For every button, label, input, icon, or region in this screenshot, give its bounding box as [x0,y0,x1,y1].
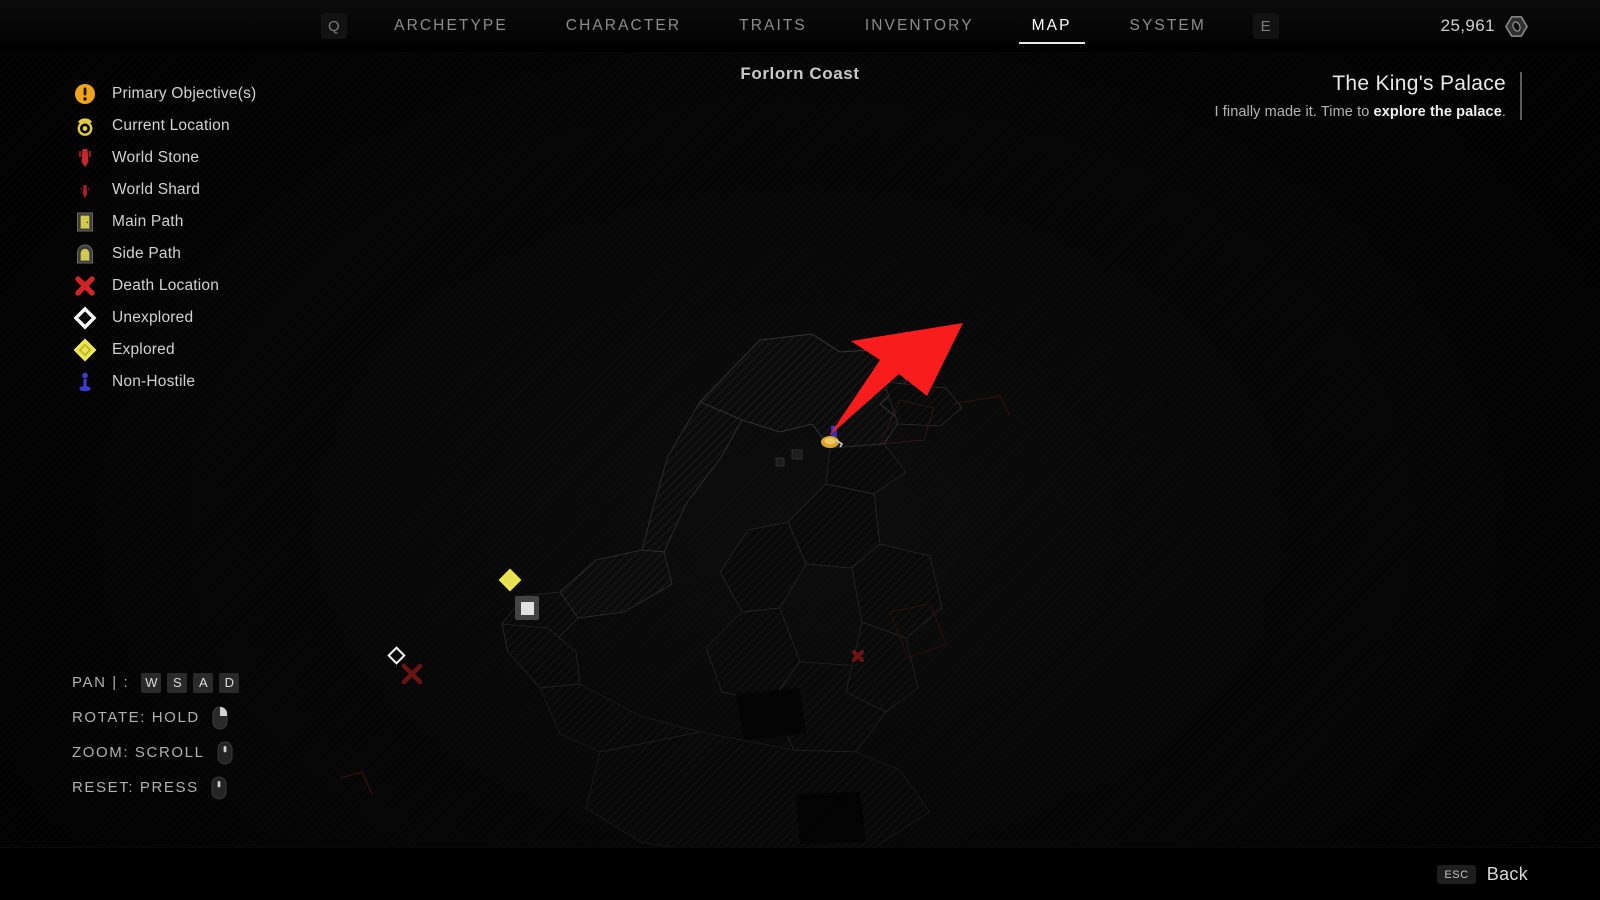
unexplored-marker[interactable] [513,594,541,627]
tab-map[interactable]: MAP [1003,0,1101,52]
npc-person-icon [72,369,98,395]
legend-label: Main Path [112,213,184,230]
esc-key-hint: ESC [1437,865,1476,884]
quest-title: The King's Palace [1332,72,1506,95]
legend-item-death-location: Death Location [72,270,256,302]
legend-label: World Stone [112,149,200,166]
control-label: ROTATE: HOLD [72,709,200,726]
cross-icon [72,273,98,299]
tab-traits[interactable]: TRAITS [710,0,836,52]
legend-label: Side Path [112,245,182,262]
back-label: Back [1486,864,1528,884]
quest-description: I finally made it. Time to explore the p… [1214,104,1506,120]
diamond-filled-icon [72,337,98,363]
currency-display: 25,961 [1441,0,1528,52]
legend-label: Current Location [112,117,230,134]
legend-label: World Shard [112,181,201,198]
death-location-marker [401,663,423,685]
currency-amount: 25,961 [1440,16,1495,35]
control-hint-reset: RESET: PRESS [72,770,239,805]
quest-desc-suffix: . [1501,104,1506,120]
legend-label: Death Location [112,277,220,294]
legend-item-explored: Explored [72,334,256,366]
quest-panel: The King's Palace I finally made it. Tim… [1214,72,1522,120]
legend-item-side-path: Side Path [72,238,256,270]
legend-item-unexplored: Unexplored [72,302,256,334]
scrap-icon [1505,15,1528,38]
explored-marker[interactable] [498,568,522,592]
legend-label: Non-Hostile [112,373,196,390]
legend-item-world-stone: World Stone [72,142,256,174]
tab-archetype[interactable]: ARCHETYPE [365,0,537,52]
current-location-marker [818,425,852,459]
legend-label: Unexplored [112,309,194,326]
key-a[interactable]: A [193,672,214,693]
legend-label: Primary Objective(s) [112,85,257,102]
legend-label: Explored [112,341,175,358]
current-location-icon [72,113,98,139]
control-hint-pan: PAN | : W S A D [72,665,240,700]
next-tab-key-hint[interactable]: E [1252,13,1279,39]
key-w[interactable]: W [141,672,162,693]
footer-bar: ESC Back [0,847,1600,900]
map-screen: Q ARCHETYPE CHARACTER TRAITS INVENTORY M… [0,0,1600,900]
side-path-door-icon [72,241,98,267]
quest-desc-prefix: I finally made it. Time to [1214,104,1374,120]
unexplored-marker[interactable] [387,646,406,665]
map-viewport[interactable]: Forlorn Coast Primary Objective(s) Curre… [0,52,1600,847]
control-hint-zoom: ZOOM: SCROLL [72,735,239,770]
key-s[interactable]: S [167,672,188,693]
tab-system[interactable]: SYSTEM [1101,0,1235,52]
map-legend: Primary Objective(s) Current Location Wo… [72,78,256,398]
control-hint-rotate: ROTATE: HOLD [72,700,239,735]
main-nav-tabs: Q ARCHETYPE CHARACTER TRAITS INVENTORY M… [321,0,1279,52]
death-location-marker [852,650,864,662]
control-label: PAN | : [72,674,130,691]
map-controls-hints: PAN | : W S A D ROTATE: HOLD ZOOM: SCROL… [72,665,240,805]
key-d[interactable]: D [219,672,240,693]
mouse-wheel-icon [213,741,233,765]
header-bar: Q ARCHETYPE CHARACTER TRAITS INVENTORY M… [0,0,1600,52]
world-stone-icon [72,145,98,171]
tab-character[interactable]: CHARACTER [537,0,710,52]
legend-item-current-location: Current Location [72,110,256,142]
main-path-door-icon [72,209,98,235]
prev-tab-key-hint[interactable]: Q [321,13,348,39]
tab-inventory[interactable]: INVENTORY [836,0,1003,52]
mouse-wheel-icon [207,776,227,800]
legend-item-primary-objective: Primary Objective(s) [72,78,256,110]
legend-item-non-hostile: Non-Hostile [72,366,256,398]
wasd-keys: W S A D [141,672,240,693]
exclamation-circle-icon [72,81,98,107]
diamond-outline-icon [72,305,98,331]
quest-desc-highlight: explore the palace [1373,104,1502,120]
legend-item-main-path: Main Path [72,206,256,238]
legend-item-world-shard: World Shard [72,174,256,206]
control-label: RESET: PRESS [72,779,199,796]
mouse-right-button-icon [208,706,228,730]
back-button[interactable]: ESC Back [1437,848,1528,900]
world-shard-icon [72,177,98,203]
control-label: ZOOM: SCROLL [72,744,205,761]
